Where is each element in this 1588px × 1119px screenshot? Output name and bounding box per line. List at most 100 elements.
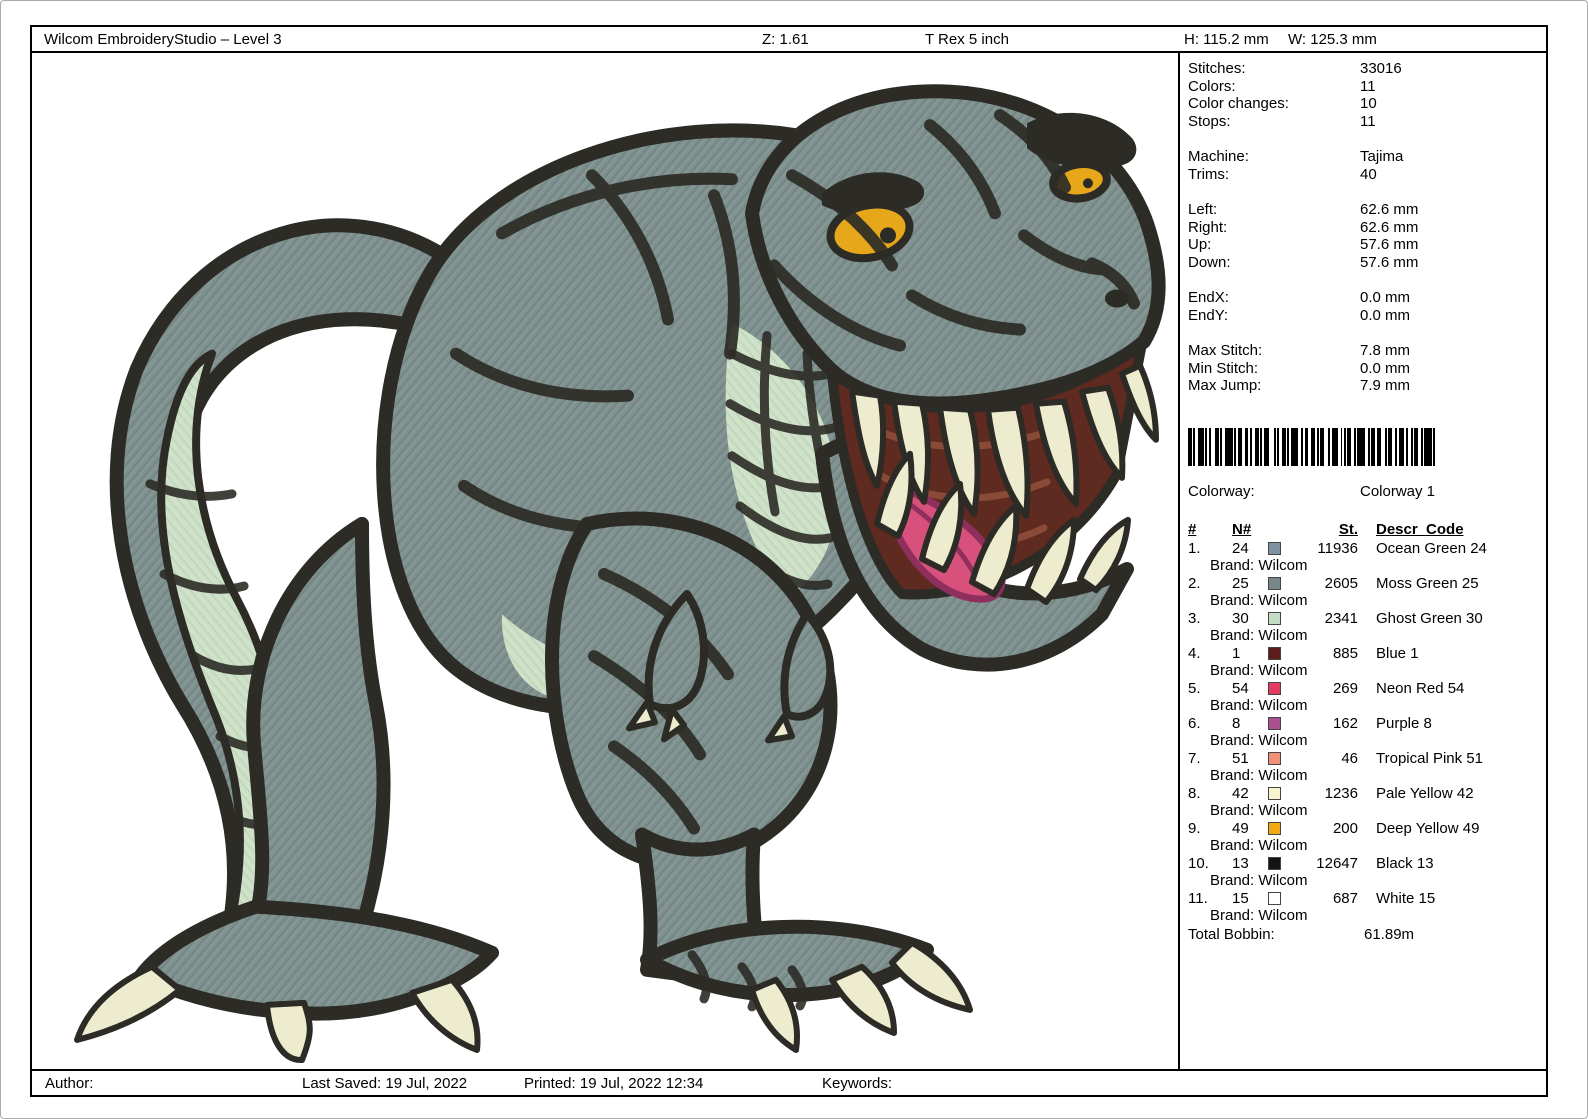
color-swatch (1268, 786, 1281, 800)
row-n: 24 (1232, 539, 1249, 557)
row-num: 1. (1188, 539, 1201, 557)
stat-label: Colors: (1188, 77, 1236, 95)
row-descr: Ghost Green 30 (1376, 609, 1483, 627)
color-swatch (1268, 541, 1281, 555)
colorway-value: Colorway 1 (1360, 482, 1436, 500)
stat-label: Max Jump: (1188, 377, 1262, 394)
colorway-line: Colorway: Colorway 1 (1180, 483, 1546, 501)
stat-value: 57.6 mm (1360, 253, 1419, 271)
stat-line: Stitches: 33016 (1180, 60, 1546, 78)
row-num: 6. (1188, 714, 1201, 732)
stat-label: Color changes: (1188, 95, 1289, 112)
row-num: 9. (1188, 819, 1201, 837)
stat-label: Max Stitch: (1188, 342, 1263, 359)
row-brand: Brand: Wilcom (1210, 627, 1308, 644)
stat-line: EndX: 0.0 mm (1180, 289, 1546, 307)
row-n: 1 (1232, 644, 1241, 662)
thread-row: 5. 54 269 Neon Red 54 Brand: Wilcom (1180, 680, 1546, 715)
row-descr: Blue 1 (1376, 644, 1419, 662)
color-swatch (1268, 611, 1281, 625)
row-descr: White 15 (1376, 889, 1436, 907)
row-descr: Black 13 (1376, 854, 1434, 872)
stat-value: 0.0 mm (1360, 289, 1411, 306)
app-title: Wilcom EmbroideryStudio – Level 3 (44, 31, 282, 48)
col-header-thread-number: N# (1232, 520, 1252, 538)
color-swatch (1268, 576, 1281, 590)
row-descr: Purple 8 (1376, 714, 1432, 732)
stat-value: 0.0 mm (1360, 306, 1411, 324)
total-bobbin-label: Total Bobbin: (1188, 925, 1275, 943)
row-brand: Brand: Wilcom (1210, 732, 1308, 749)
row-n: 8 (1232, 714, 1241, 732)
thread-row: 11. 15 687 White 15 Brand: Wilcom (1180, 890, 1546, 925)
row-st: 46 (1341, 749, 1358, 767)
design-name: T Rex 5 inch (925, 31, 1009, 48)
total-bobbin-line: Total Bobbin: 61.89m (1180, 926, 1546, 944)
stat-value: 40 (1360, 165, 1377, 183)
last-saved-label: Last Saved: 19 Jul, 2022 (302, 1075, 468, 1092)
stat-line: EndY: 0.0 mm (1180, 307, 1546, 325)
col-header-num: # (1188, 520, 1197, 538)
stat-line: Down: 57.6 mm (1180, 254, 1546, 272)
stat-line: Up: 57.6 mm (1180, 236, 1546, 254)
row-brand: Brand: Wilcom (1210, 907, 1308, 924)
row-brand: Brand: Wilcom (1210, 557, 1308, 574)
color-swatch (1268, 681, 1281, 695)
row-num: 11. (1188, 889, 1208, 907)
stat-value: 10 (1360, 95, 1377, 112)
colorway-label: Colorway: (1188, 482, 1255, 500)
stat-line: Stops: 11 (1180, 113, 1546, 131)
design-height: H: 115.2 mm (1184, 31, 1269, 48)
stat-label: Stitches: (1188, 60, 1246, 77)
stat-value: 57.6 mm (1360, 236, 1419, 253)
row-num: 2. (1188, 574, 1201, 592)
thread-row: 3. 30 2341 Ghost Green 30 Brand: Wilcom (1180, 610, 1546, 645)
color-swatch (1268, 646, 1281, 660)
row-st: 1236 (1324, 784, 1358, 802)
stat-value: 33016 (1360, 60, 1402, 77)
print-preview-sheet: Wilcom EmbroideryStudio – Level 3 Z: 1.6… (30, 25, 1548, 1097)
row-st: 11936 (1317, 539, 1358, 557)
row-st: 12647 (1316, 854, 1358, 872)
stat-value: 11 (1360, 112, 1376, 130)
row-num: 5. (1188, 679, 1201, 697)
thread-row: 9. 49 200 Deep Yellow 49 Brand: Wilcom (1180, 820, 1546, 855)
stat-label: Down: (1188, 253, 1231, 271)
row-n: 54 (1232, 679, 1249, 697)
row-num: 7. (1188, 749, 1201, 767)
row-st: 885 (1332, 644, 1358, 662)
row-num: 8. (1188, 784, 1201, 802)
stat-line: Max Jump: 7.9 mm (1180, 377, 1546, 395)
author-label: Author: (45, 1075, 94, 1092)
stat-line: Right: 62.6 mm (1180, 219, 1546, 237)
printed-label: Printed: 19 Jul, 2022 12:34 (524, 1075, 704, 1092)
thread-row: 6. 8 162 Purple 8 Brand: Wilcom (1180, 715, 1546, 750)
design-canvas: T Rex embroidery design (32, 53, 1178, 1069)
stat-value: Tajima (1360, 148, 1404, 165)
stat-label: Trims: (1188, 165, 1230, 183)
thread-rows: 1. 24 11936 Ocean Green 24 Brand: Wilcom… (1180, 540, 1546, 925)
thread-row: 7. 51 46 Tropical Pink 51 Brand: Wilcom (1180, 750, 1546, 785)
stat-value: 62.6 mm (1360, 218, 1419, 236)
row-n: 42 (1232, 784, 1249, 802)
row-n: 49 (1232, 819, 1249, 837)
color-swatch (1268, 751, 1281, 765)
row-st: 269 (1332, 679, 1358, 697)
color-swatch (1268, 716, 1281, 730)
stat-label: Min Stitch: (1188, 359, 1259, 377)
stat-line: Left: 62.6 mm (1180, 201, 1546, 219)
stat-label: Up: (1188, 236, 1212, 253)
keywords-label: Keywords: (822, 1075, 893, 1092)
stat-label: Machine: (1188, 148, 1249, 165)
design-width: W: 125.3 mm (1288, 31, 1377, 48)
stat-line: Trims: 40 (1180, 166, 1546, 184)
row-st: 200 (1332, 819, 1358, 837)
row-st: 2341 (1324, 609, 1358, 627)
row-brand: Brand: Wilcom (1210, 662, 1308, 679)
row-descr: Ocean Green 24 (1376, 539, 1487, 557)
row-brand: Brand: Wilcom (1210, 802, 1308, 819)
stat-label: EndY: (1188, 306, 1229, 324)
row-brand: Brand: Wilcom (1210, 872, 1308, 889)
thread-table-header: # N# St. Descr_Code (1180, 521, 1546, 540)
stat-value: 0.0 mm (1360, 359, 1411, 377)
